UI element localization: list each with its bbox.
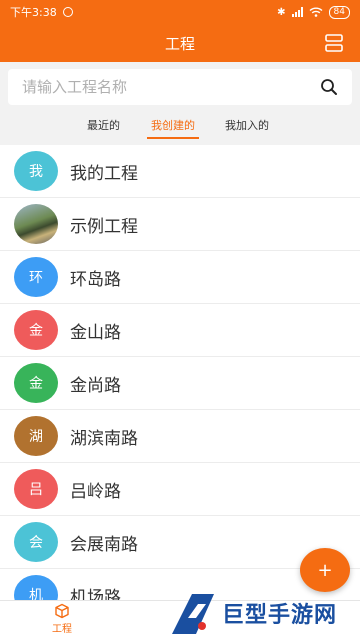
search-input[interactable] (22, 78, 320, 96)
search-area (0, 62, 360, 112)
list-item[interactable]: 吕 吕岭路 (0, 463, 360, 516)
project-name: 机场路 (70, 587, 121, 601)
battery-icon: 84 (328, 5, 350, 19)
list-item[interactable]: 金 金山路 (0, 304, 360, 357)
alarm-icon (62, 7, 73, 17)
project-list: 我 我的工程 示例工程 环 环岛路 金 金山路 金 金尚路 湖 湖滨南路 吕 吕… (0, 145, 360, 600)
tab-recent[interactable]: 最近的 (87, 117, 120, 133)
avatar: 机 (14, 575, 58, 600)
list-item[interactable]: 环 环岛路 (0, 251, 360, 304)
wifi-icon (309, 7, 323, 17)
page-title: 工程 (164, 34, 195, 53)
list-item[interactable]: 金 金尚路 (0, 357, 360, 410)
nav-label: 工程 (52, 624, 72, 635)
avatar-photo (14, 204, 58, 244)
project-name: 会展南路 (70, 534, 138, 555)
project-name: 环岛路 (70, 269, 121, 290)
project-name: 金山路 (70, 322, 121, 343)
watermark-logo-icon (172, 594, 214, 634)
add-project-button[interactable]: + (300, 548, 350, 592)
project-name: 湖滨南路 (70, 428, 138, 449)
list-item[interactable]: 湖 湖滨南路 (0, 410, 360, 463)
avatar: 环 (14, 257, 58, 297)
search-box (8, 69, 352, 105)
avatar: 吕 (14, 469, 58, 509)
project-name: 金尚路 (70, 375, 121, 396)
project-name: 吕岭路 (70, 481, 121, 502)
tab-joined[interactable]: 我加入的 (225, 117, 269, 133)
nav-item-projects[interactable]: 工程 (44, 603, 80, 635)
filter-tabs: 最近的 我创建的 我加入的 (0, 112, 360, 142)
search-icon[interactable] (320, 78, 338, 96)
avatar: 湖 (14, 416, 58, 456)
signal-icon (291, 7, 303, 17)
list-item[interactable]: 我 我的工程 (0, 145, 360, 198)
layout-toggle-icon[interactable] (324, 33, 344, 53)
watermark: 巨型手游网 (168, 588, 358, 638)
app-bar: 工程 (0, 24, 360, 62)
project-name: 示例工程 (70, 216, 138, 237)
status-time: 下午3:38 (10, 6, 57, 19)
avatar: 我 (14, 151, 58, 191)
project-name: 我的工程 (70, 163, 138, 184)
status-bar: 下午3:38 ✱ 84 (0, 0, 360, 24)
avatar: 金 (14, 363, 58, 403)
box-icon (55, 603, 69, 619)
bluetooth-icon: ✱ (277, 6, 286, 18)
avatar: 金 (14, 310, 58, 350)
watermark-text: 巨型手游网 (222, 603, 338, 628)
avatar: 会 (14, 522, 58, 562)
list-item[interactable]: 示例工程 (0, 198, 360, 251)
tab-created[interactable]: 我创建的 (147, 117, 199, 139)
